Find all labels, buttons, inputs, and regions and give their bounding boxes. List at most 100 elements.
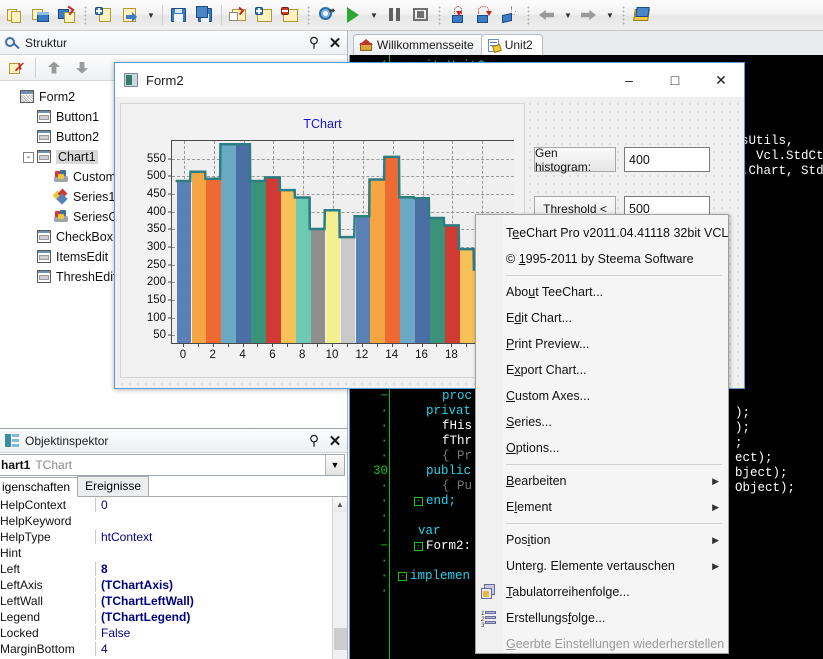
accelerator-char: g [536,559,544,573]
menu-item-unterg-elemente-vertauschen[interactable]: Unterg. Elemente vertauschen ▶ [476,553,728,579]
property-row[interactable]: HelpKeyword [0,513,347,529]
new-item-icon[interactable] [54,2,80,28]
pin-icon[interactable]: ⚲ [306,34,322,51]
property-value[interactable]: (TChartAxis) [95,578,347,592]
line-number: 30 [372,464,388,478]
save-icon[interactable] [166,2,192,28]
menu-item-series[interactable]: Series... [476,409,728,435]
close-icon[interactable]: ✕ [327,35,343,52]
menu-item-teechart-pro-v2011-04-41118-32bit-: TeeChart Pro v2011.04.41118 32bit VCL [476,220,728,246]
code-line: Object); [735,481,796,495]
trace-into-icon[interactable] [445,2,471,28]
accelerator-char: u [528,285,536,299]
menu-item-element[interactable]: Element ▶ [476,494,728,520]
pin-icon-2[interactable]: ⚲ [306,432,322,449]
toolbar-group-help [629,2,655,29]
run-icon[interactable] [340,2,366,28]
scroll-up-icon[interactable]: ▲ [333,497,347,512]
gen-histogram-button[interactable]: Gen histogram: [534,146,616,174]
form2-titlebar[interactable]: Form2 – □ ✕ [115,63,744,97]
property-row[interactable]: MarginBottom 4 [0,641,347,657]
open-project-icon[interactable] [225,2,251,28]
new-file-icon[interactable] [91,2,117,28]
help-icon[interactable] [629,2,655,28]
menu-item-label: Series... [506,415,552,429]
tree-item-label: Form2 [39,90,76,104]
property-value[interactable]: 4 [95,642,347,656]
object-selector-combo[interactable]: hart1 TChart ▼ [0,454,345,476]
menu-item-tabulatorreihenfolge[interactable]: Tabulatorreihenfolge... [476,579,728,605]
property-row[interactable]: LeftWall (TChartLeftWall) [0,593,347,609]
code-fold-toggle[interactable]: - [414,542,423,551]
menu-item-bearbeiten[interactable]: Bearbeiten ▶ [476,468,728,494]
navigate-forward-icon[interactable] [576,2,602,28]
menu-item-options[interactable]: Options... [476,435,728,461]
remove-from-project-icon[interactable] [277,2,303,28]
scrollbar-thumb[interactable] [334,628,347,650]
move-up-button[interactable] [41,55,67,81]
submenu-arrow-icon: ▶ [712,501,719,512]
y-tick-label: 550 [146,152,166,165]
open-dropdown-icon[interactable]: ▼ [143,2,159,28]
run-dropdown-icon[interactable]: ▼ [366,2,382,28]
struktur-refresh-icon[interactable]: ✗ [4,55,30,81]
run-to-cursor-icon[interactable] [497,2,523,28]
tab-willkommensseite[interactable]: Willkommensseite [353,34,484,55]
property-row[interactable]: Hint [0,545,347,561]
menu-item-edit-chart[interactable]: Edit Chart... [476,305,728,331]
code-fold-toggle[interactable]: - [398,572,407,581]
tree-expander-icon[interactable]: - [23,151,34,163]
property-grid[interactable]: HelpContext 0 HelpKeyword HelpType htContext… [0,497,347,659]
property-value[interactable]: (TChartLegend) [95,610,347,624]
chart-bar [295,197,311,343]
menu-item-export-chart[interactable]: Export Chart... [476,357,728,383]
pause-icon[interactable] [382,2,408,28]
items-edit-input[interactable]: 400 [624,147,710,172]
code-fold-toggle[interactable]: - [414,497,423,506]
property-row[interactable]: HelpType htContext [0,529,347,545]
build-icon[interactable] [314,2,340,28]
back-dropdown-icon[interactable]: ▼ [560,2,576,28]
move-down-button[interactable] [69,55,95,81]
add-to-project-icon[interactable] [251,2,277,28]
tab-eigenschaften[interactable]: igenschaften [0,477,79,497]
navigate-back-icon[interactable] [534,2,560,28]
submenu-arrow-icon: ▶ [712,560,719,571]
minimize-button[interactable]: – [606,65,652,95]
property-row[interactable]: LeftAxis (TChartAxis) [0,577,347,593]
stop-icon[interactable] [408,2,434,28]
property-value[interactable]: htContext [95,530,347,544]
property-value[interactable]: False [95,626,347,640]
property-row[interactable]: Locked False [0,625,347,641]
tab-ereignisse[interactable]: Ereignisse [77,476,150,496]
property-name: Legend [0,610,41,624]
property-value[interactable]: 0 [95,498,347,512]
maximize-button[interactable]: □ [652,65,698,95]
close-button[interactable]: ✕ [698,65,744,95]
forward-dropdown-icon[interactable]: ▼ [602,2,618,28]
close-icon-2[interactable]: ✕ [327,433,343,450]
duplicate-window-icon[interactable] [28,2,54,28]
chart-bar [191,171,207,343]
menu-item-about-teechart[interactable]: About TeeChart... [476,279,728,305]
step-over-icon[interactable] [471,2,497,28]
menu-item-position[interactable]: Position ▶ [476,527,728,553]
chevron-down-icon-combo[interactable]: ▼ [325,455,344,475]
property-row[interactable]: HelpContext 0 [0,497,347,513]
tab-unit2[interactable]: Unit2 [480,34,543,55]
save-all-icon[interactable] [192,2,218,28]
property-value[interactable]: (TChartLeftWall) [95,594,347,608]
property-grid-scrollbar[interactable]: ▲ [332,497,347,659]
menu-item-print-preview[interactable]: Print Preview... [476,331,728,357]
chart-context-menu[interactable]: TeeChart Pro v2011.04.41118 32bit VCL © 1… [475,214,729,654]
property-row[interactable]: Left 8 [0,561,347,577]
chart1-control[interactable]: TChart 50 100 150 200 250 300 350 400 450 500 550 … [120,103,525,378]
menu-item-label: Edit Chart... [506,311,573,325]
menu-item-custom-axes[interactable]: Custom Axes... [476,383,728,409]
property-row[interactable]: Legend (TChartLegend) [0,609,347,625]
inspector-header: Objektinspektor ⚲ ✕ [0,429,347,453]
new-form-icon[interactable] [2,2,28,28]
open-folder-icon[interactable] [117,2,143,28]
menu-item-erstellungsfolge[interactable]: 1 2 3 Erstellungsfolge... [476,605,728,631]
property-value[interactable]: 8 [95,562,347,576]
